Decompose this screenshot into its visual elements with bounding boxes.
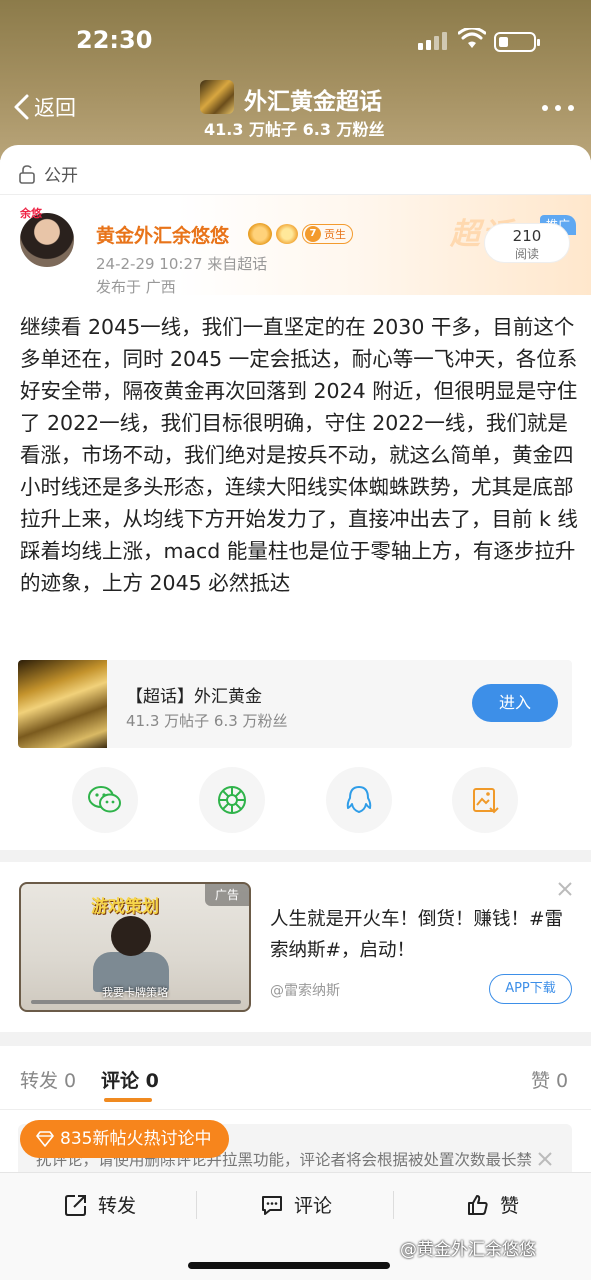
- interaction-tabs: 转发 0 评论 0 赞 0: [0, 1046, 591, 1110]
- back-button[interactable]: 返回: [12, 92, 76, 122]
- qq-icon: [346, 786, 372, 813]
- post-card: 公开 超话 余悠 黄金外汇余悠悠 7 贡生 24-2-29 10:27 来自超话…: [0, 145, 591, 850]
- ad-card[interactable]: 游戏策划 我要卡牌策略 广告 人生就是开火车！倒货！赚钱！#雷索纳斯#，启动！ …: [0, 862, 591, 1032]
- post-content: 继续看 2045一线，我们一直坚定的在 2030 干多，目前这个多单还在，同时 …: [20, 315, 578, 595]
- like-button[interactable]: 赞: [466, 1191, 519, 1218]
- contributor-level: 7: [305, 226, 321, 242]
- back-label: 返回: [34, 96, 76, 120]
- bottom-action-bar: 转发 评论 赞 @黄金外汇余悠悠: [0, 1172, 591, 1280]
- author-name[interactable]: 黄金外汇余悠悠: [96, 221, 229, 248]
- comment-button[interactable]: 评论: [260, 1191, 332, 1218]
- tab-comment[interactable]: 评论 0: [101, 1066, 159, 1093]
- share-wechat-button[interactable]: [72, 767, 138, 833]
- topic-card-stats: 41.3 万帖子 6.3 万粉丝: [126, 712, 288, 730]
- contributor-label: 贡生: [324, 228, 346, 241]
- visibility-indicator: 公开: [18, 161, 78, 186]
- tab-repost[interactable]: 转发 0: [20, 1066, 76, 1093]
- author-badges: 7 贡生: [248, 223, 353, 245]
- read-count: 210: [512, 227, 542, 245]
- avatar-badge: 余悠: [20, 207, 42, 220]
- divider: [393, 1191, 394, 1219]
- post-meta: 24-2-29 10:27 来自超话: [96, 255, 268, 273]
- battery-icon: [494, 32, 540, 52]
- repost-icon: [65, 1194, 86, 1216]
- home-indicator[interactable]: [188, 1262, 390, 1269]
- topic-card[interactable]: 【超话】外汇黄金 41.3 万帖子 6.3 万粉丝 进入: [18, 660, 572, 748]
- topic-thumbnail: [200, 80, 234, 114]
- share-moments-button[interactable]: [199, 767, 265, 833]
- enter-button[interactable]: 进入: [472, 684, 558, 722]
- tab-like[interactable]: 赞 0: [531, 1066, 568, 1093]
- chevron-left-icon: [14, 94, 29, 120]
- wechat-icon: [88, 786, 121, 813]
- moments-icon: [218, 786, 246, 814]
- read-count-badge: 210 阅读: [484, 223, 570, 263]
- wifi-icon: [458, 28, 486, 48]
- comment-label: 评论: [294, 1195, 333, 1217]
- ad-text[interactable]: 人生就是开火车！倒货！赚钱！#雷索纳斯#，启动！: [270, 904, 575, 966]
- ad-video-caption: 我要卡牌策略: [102, 986, 168, 999]
- ad-source[interactable]: @雷索纳斯: [270, 980, 340, 1000]
- read-label: 阅读: [514, 247, 539, 261]
- more-options-icon[interactable]: [540, 100, 576, 116]
- app-download-button[interactable]: APP下载: [489, 974, 572, 1004]
- visibility-label: 公开: [44, 166, 78, 186]
- active-tab-indicator: [104, 1098, 152, 1102]
- share-qq-button[interactable]: [326, 767, 392, 833]
- topic-card-title: 【超话】外汇黄金: [126, 687, 262, 707]
- header-bar: 22:30 返回 外汇黄金超话 41.3 万帖子 6.3 万粉丝: [0, 0, 591, 160]
- unlock-icon: [19, 164, 35, 184]
- ad-video-progress: [31, 1000, 241, 1004]
- ad-tag: 广告: [205, 884, 249, 906]
- thumbs-up-icon: [468, 1194, 488, 1215]
- ad-video-banner: 游戏策划: [91, 897, 159, 917]
- divider: [196, 1191, 197, 1219]
- hot-discussion-label: 835新帖火热讨论中: [60, 1129, 212, 1149]
- signal-icon: [418, 32, 448, 50]
- close-icon[interactable]: [556, 880, 574, 898]
- status-bar: 22:30: [0, 24, 591, 58]
- page-title: 外汇黄金超话: [244, 89, 382, 115]
- status-time: 22:30: [76, 26, 153, 54]
- contributor-badge: 7 贡生: [302, 224, 353, 244]
- comment-icon: [262, 1195, 282, 1215]
- share-row: [0, 767, 591, 837]
- notice-close-icon[interactable]: [536, 1150, 554, 1168]
- save-image-button[interactable]: [452, 767, 518, 833]
- repost-label: 转发: [98, 1195, 137, 1217]
- repost-button[interactable]: 转发: [64, 1191, 136, 1218]
- save-image-icon: [473, 788, 499, 814]
- crown-badge-icon: [248, 223, 272, 245]
- page-subtitle: 41.3 万帖子 6.3 万粉丝: [204, 120, 385, 139]
- hot-discussion-pill[interactable]: 835新帖火热讨论中: [20, 1120, 230, 1158]
- watermark: @黄金外汇余悠悠: [400, 1240, 536, 1260]
- like-label: 赞: [500, 1195, 520, 1217]
- ad-person-head: [111, 916, 151, 956]
- topic-card-image: [18, 660, 107, 748]
- diamond-icon: [36, 1131, 54, 1147]
- post-location: 发布于 广西: [96, 278, 176, 296]
- fan-badge-icon: [276, 224, 298, 244]
